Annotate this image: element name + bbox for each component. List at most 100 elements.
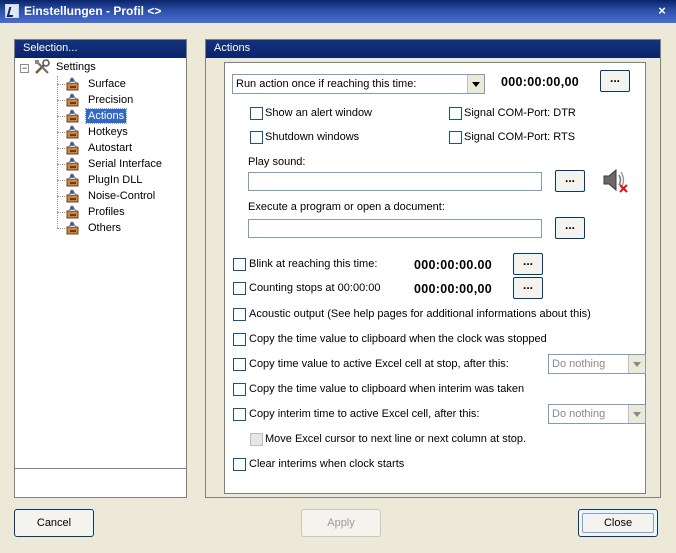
tree-connector (57, 84, 65, 85)
tree-connector (57, 212, 65, 213)
copy-clipboard-interim-label: Copy the time value to clipboard when in… (249, 383, 525, 395)
tree-item-label: Autostart (88, 142, 133, 154)
copy-clipboard-stop-label: Copy the time value to clipboard when th… (249, 333, 547, 345)
copy-excel-interim-select[interactable]: Do nothing (548, 404, 646, 424)
copy-excel-interim-value: Do nothing (552, 408, 606, 420)
copy-excel-stop-value: Do nothing (552, 358, 606, 370)
apply-button[interactable]: Apply (301, 509, 381, 537)
signal-rts-checkbox[interactable] (449, 131, 462, 144)
settings-node-icon (66, 157, 79, 171)
tree-item-precision[interactable]: Precision (49, 92, 169, 108)
counting-stops-label: Counting stops at 00:00:00 (249, 282, 381, 294)
tree-connector (57, 228, 65, 229)
acoustic-checkbox[interactable] (233, 308, 246, 321)
clear-interims-checkbox[interactable] (233, 458, 246, 471)
shutdown-label: Shutdown windows (265, 131, 360, 143)
tree-item-actions[interactable]: Actions (49, 108, 169, 124)
tree-item-label: Others (88, 222, 122, 234)
blink-time: 000:00:00.00 (414, 258, 492, 272)
execute-browse-button[interactable]: ... (555, 217, 585, 239)
run-action-value: Run action once if reaching this time: (236, 78, 417, 90)
counting-stops-time-button[interactable]: ... (513, 277, 543, 299)
settings-node-icon (66, 125, 79, 139)
show-alert-label: Show an alert window (265, 107, 373, 119)
tree-item-label: Actions (84, 108, 128, 124)
show-alert-checkbox[interactable] (250, 107, 263, 120)
copy-clipboard-interim-checkbox[interactable] (233, 383, 246, 396)
blink-time-button[interactable]: ... (513, 253, 543, 275)
execute-input[interactable] (248, 219, 542, 238)
settings-node-icon (66, 141, 79, 155)
tree-connector (57, 148, 65, 149)
tree-connector (57, 196, 65, 197)
move-cursor-label: Move Excel cursor to next line or next c… (265, 433, 527, 445)
collapse-icon[interactable]: − (20, 64, 29, 73)
copy-excel-stop-checkbox[interactable] (233, 358, 246, 371)
settings-node-icon (66, 205, 79, 219)
signal-dtr-checkbox[interactable] (449, 107, 462, 120)
tree-connector (57, 100, 65, 101)
play-sound-label: Play sound: (248, 156, 306, 168)
run-action-time-button[interactable]: ... (600, 70, 630, 92)
close-icon[interactable]: × (654, 3, 670, 19)
chevron-down-icon[interactable] (467, 75, 484, 93)
cancel-button[interactable]: Cancel (14, 509, 94, 537)
tree-item-label: Noise-Control (88, 190, 156, 202)
counting-stops-time: 000:00:00,00 (414, 282, 492, 296)
copy-clipboard-stop-checkbox[interactable] (233, 333, 246, 346)
tree-item-profiles[interactable]: Profiles (49, 204, 169, 220)
tree-connector (57, 164, 65, 165)
copy-excel-interim-checkbox[interactable] (233, 408, 246, 421)
actions-content (224, 62, 646, 494)
tree-item-autostart[interactable]: Autostart (49, 140, 169, 156)
acoustic-label: Acoustic output (See help pages for addi… (249, 308, 591, 320)
play-sound-input[interactable] (248, 172, 542, 191)
tree-connector (57, 132, 65, 133)
play-sound-browse-button[interactable]: ... (555, 170, 585, 192)
blink-label: Blink at reaching this time: (249, 258, 378, 270)
focus-ring (582, 513, 654, 533)
signal-dtr-label: Signal COM-Port: DTR (464, 107, 576, 119)
tree-item-surface[interactable]: Surface (49, 76, 169, 92)
chevron-down-icon[interactable] (628, 405, 645, 423)
chevron-down-icon[interactable] (628, 355, 645, 373)
copy-excel-stop-select[interactable]: Do nothing (548, 354, 646, 374)
run-action-time: 000:00:00,00 (501, 75, 579, 89)
close-button[interactable]: Close (578, 509, 658, 537)
settings-node-icon (66, 173, 79, 187)
tree-item-others[interactable]: Others (49, 220, 169, 236)
tree-item-hotkeys[interactable]: Hotkeys (49, 124, 169, 140)
window-title: Einstellungen - Profil <> (24, 4, 162, 18)
counting-stops-checkbox[interactable] (233, 282, 246, 295)
settings-node-icon (66, 189, 79, 203)
selection-panel: Selection... − Settings Surface Precision… (14, 39, 187, 498)
tree-item-label: Surface (88, 78, 126, 90)
tree-item-plugin-dll[interactable]: PlugIn DLL (49, 172, 169, 188)
settings-tree: − Settings Surface Precision Actions Hotkey… (15, 58, 186, 468)
settings-node-icon (66, 109, 79, 123)
run-action-select[interactable]: Run action once if reaching this time: (232, 74, 485, 94)
tree-item-label: Serial Interface (88, 158, 162, 170)
actions-header: Actions (206, 40, 660, 58)
signal-rts-label: Signal COM-Port: RTS (464, 131, 576, 143)
app-icon (5, 4, 19, 18)
title-bar: Einstellungen - Profil <> × (0, 0, 676, 23)
tree-item-label: PlugIn DLL (88, 174, 143, 186)
tree-item-serial-interface[interactable]: Serial Interface (49, 156, 169, 172)
settings-node-icon (66, 93, 79, 107)
tree-item-label: Precision (88, 94, 134, 106)
tree-item-label: Profiles (88, 206, 125, 218)
move-cursor-checkbox[interactable] (250, 433, 263, 446)
clear-interims-label: Clear interims when clock starts (249, 458, 405, 470)
tree-root-label: Settings (56, 61, 96, 73)
blink-checkbox[interactable] (233, 258, 246, 271)
execute-label: Execute a program or open a document: (248, 201, 445, 213)
tree-connector (57, 116, 65, 117)
copy-excel-stop-label: Copy time value to active Excel cell at … (249, 358, 509, 370)
shutdown-checkbox[interactable] (250, 131, 263, 144)
tree-connector (57, 180, 65, 181)
settings-node-icon (66, 77, 79, 91)
speaker-muted-icon[interactable] (601, 166, 629, 194)
tree-item-noise-control[interactable]: Noise-Control (49, 188, 169, 204)
copy-excel-interim-label: Copy interim time to active Excel cell, … (249, 408, 480, 420)
